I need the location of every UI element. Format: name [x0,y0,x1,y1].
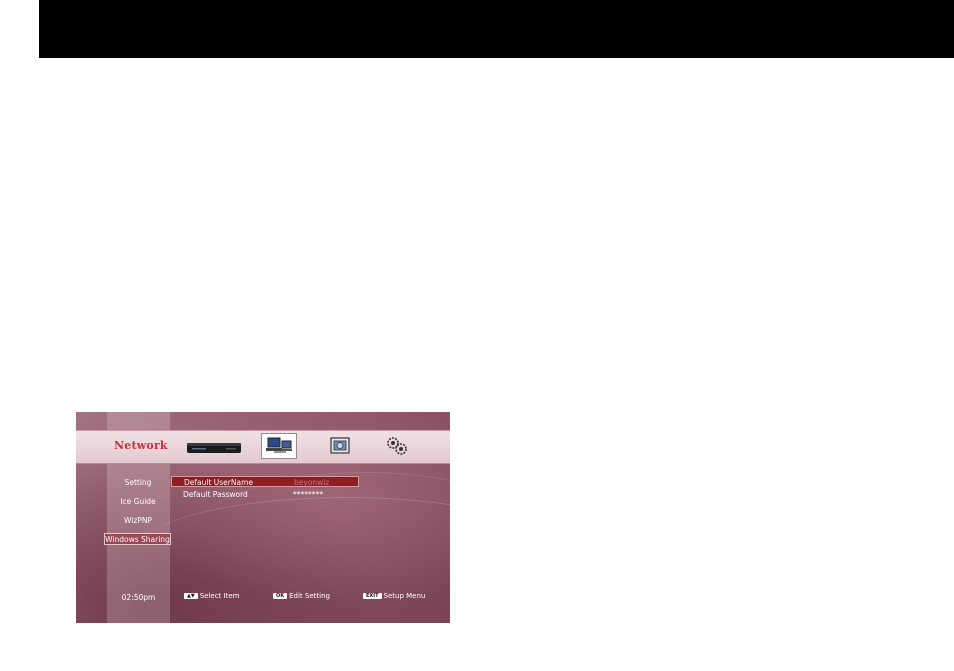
up-down-key-icon: ▲▼ [184,593,198,599]
media-library-icon[interactable] [329,435,351,457]
setup-screen: Network Setting Ice Guide WizPNP Windows… [76,412,450,623]
ok-key-icon: OK [273,593,288,599]
sidebar-item-wizpnp[interactable]: WizPNP [103,516,173,525]
page-title: Network [114,439,168,452]
tab-network[interactable] [261,433,297,459]
category-tabs: Network [76,430,450,464]
setting-row-default-password[interactable]: Default Password ******** [171,489,359,500]
sidebar-item-windows-sharing[interactable]: Windows Sharing [104,533,171,545]
setting-label: Default UserName [184,478,254,487]
sidebar-item-setting[interactable]: Setting [103,478,173,487]
media-player-device-icon[interactable] [186,439,242,455]
hint-select-item: ▲▼ Select Item [184,592,239,601]
gears-icon[interactable] [385,435,409,457]
hint-label: Setup Menu [383,592,426,600]
hint-setup-menu: EXIT Setup Menu [363,592,425,601]
hint-label: Edit Setting [289,592,330,600]
setting-row-default-username[interactable]: Default UserName beyonwiz [171,476,359,487]
top-black-bar [39,0,954,58]
setting-value: ******** [293,490,323,499]
setting-label: Default Password [183,490,248,499]
clock: 02:50pm [121,593,156,602]
sidebar-item-ice-guide[interactable]: Ice Guide [103,497,173,506]
hint-label: Select Item [199,592,240,600]
hint-edit-setting: OK Edit Setting [273,592,330,601]
network-computers-icon [266,437,292,453]
exit-key-icon: EXIT [363,593,382,599]
setting-value: beyonwiz [294,478,330,487]
